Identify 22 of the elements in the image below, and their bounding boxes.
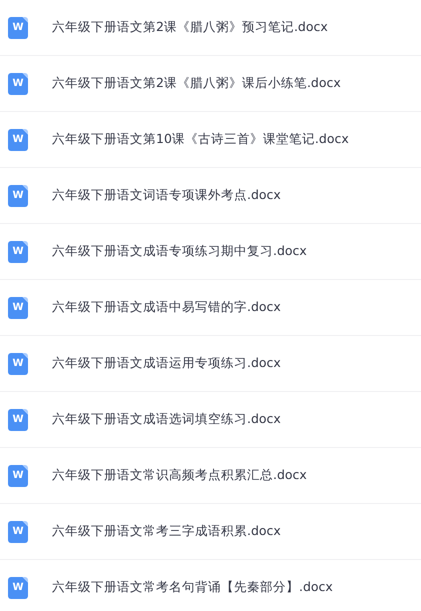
- file-name[interactable]: 六年级下册语文成语选词填空练习.docx: [52, 411, 281, 428]
- file-name[interactable]: 六年级下册语文成语运用专项练习.docx: [52, 355, 281, 372]
- word-file-icon: W: [8, 352, 28, 374]
- word-file-icon: W: [8, 128, 28, 150]
- file-name[interactable]: 六年级下册语文词语专项课外考点.docx: [52, 187, 281, 204]
- word-file-icon: W: [8, 72, 28, 94]
- file-name[interactable]: 六年级下册语文第2课《腊八粥》预习笔记.docx: [52, 19, 328, 36]
- file-name[interactable]: 六年级下册语文常考三字成语积累.docx: [52, 523, 281, 540]
- word-file-icon: W: [8, 296, 28, 318]
- file-name[interactable]: 六年级下册语文常识高频考点积累汇总.docx: [52, 467, 307, 484]
- word-file-icon: W: [8, 184, 28, 206]
- word-file-icon: W: [8, 464, 28, 486]
- file-name[interactable]: 六年级下册语文第10课《古诗三首》课堂笔记.docx: [52, 131, 349, 148]
- word-file-icon: W: [8, 16, 28, 38]
- word-file-icon: W: [8, 240, 28, 262]
- word-file-icon: W: [8, 408, 28, 430]
- file-name[interactable]: 六年级下册语文成语中易写错的字.docx: [52, 299, 281, 316]
- file-name[interactable]: 六年级下册语文常考名句背诵【先秦部分】.docx: [52, 579, 333, 596]
- word-file-icon: W: [8, 576, 28, 598]
- file-name[interactable]: 六年级下册语文第2课《腊八粥》课后小练笔.docx: [52, 75, 341, 92]
- word-file-icon: W: [8, 520, 28, 542]
- file-name[interactable]: 六年级下册语文成语专项练习期中复习.docx: [52, 243, 307, 260]
